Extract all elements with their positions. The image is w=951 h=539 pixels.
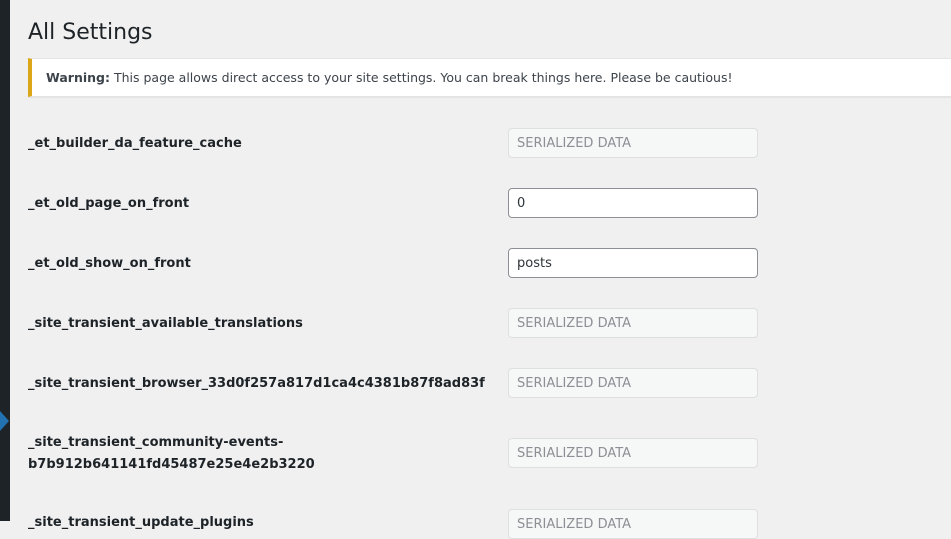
main-content: All Settings Warning: This page allows d… bbox=[10, 0, 951, 521]
setting-label: _site_transient_update_plugins bbox=[28, 512, 254, 533]
admin-sidebar-edge bbox=[0, 0, 10, 521]
warning-notice: Warning: This page allows direct access … bbox=[28, 58, 951, 97]
notice-text: This page allows direct access to your s… bbox=[110, 70, 733, 85]
setting-input bbox=[508, 438, 758, 468]
setting-input bbox=[508, 368, 758, 398]
setting-label: _site_transient_community-events- bbox=[28, 432, 283, 453]
setting-label-line2: b7b912b641141fd45487e25e4e2b3220 bbox=[28, 454, 315, 475]
page-title: All Settings bbox=[28, 20, 153, 45]
setting-input bbox=[508, 509, 758, 539]
setting-input[interactable] bbox=[508, 188, 758, 218]
setting-input[interactable] bbox=[508, 248, 758, 278]
setting-input bbox=[508, 128, 758, 158]
setting-label: _et_builder_da_feature_cache bbox=[28, 133, 242, 154]
active-menu-arrow-icon bbox=[0, 411, 9, 431]
setting-input bbox=[508, 308, 758, 338]
setting-label: _et_old_show_on_front bbox=[28, 253, 191, 274]
notice-strong: Warning: bbox=[46, 70, 110, 85]
setting-label: _site_transient_available_translations bbox=[28, 313, 303, 334]
setting-label: _site_transient_browser_33d0f257a817d1ca… bbox=[28, 373, 485, 394]
setting-label: _et_old_page_on_front bbox=[28, 193, 189, 214]
